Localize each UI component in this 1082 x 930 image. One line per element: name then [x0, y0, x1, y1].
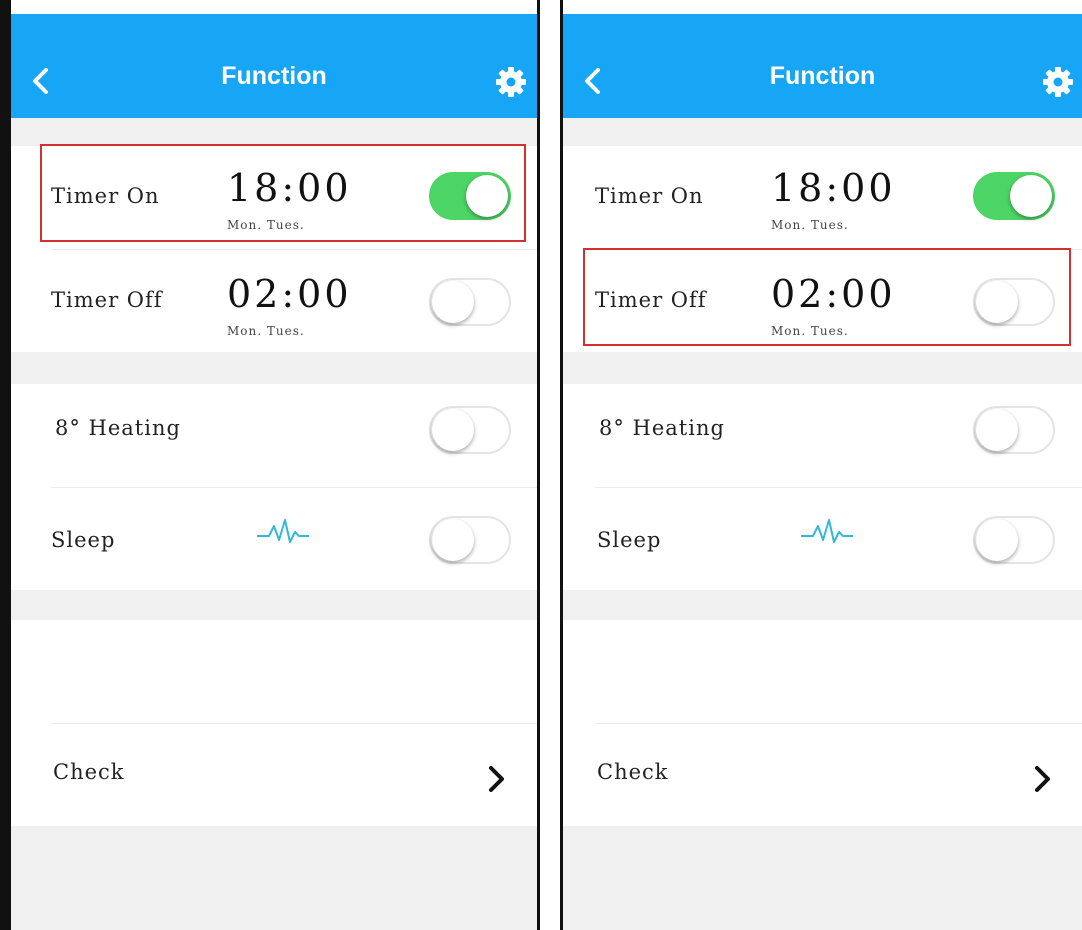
check-row[interactable]: Check: [11, 724, 537, 826]
phone-screen-left: Function Timer On 18:00 Mon. Tues. Timer…: [0, 0, 540, 930]
pulse-icon: [801, 519, 853, 543]
gear-icon[interactable]: [1042, 66, 1074, 98]
app-header: Function: [563, 14, 1082, 118]
chevron-right-icon[interactable]: [1033, 764, 1053, 794]
timer-on-label: Timer On: [51, 184, 160, 208]
check-label: Check: [597, 760, 669, 784]
heating-toggle[interactable]: [973, 406, 1055, 454]
timer-off-row: Timer Off 02:00 Mon. Tues.: [563, 250, 1082, 352]
timer-off-label: Timer Off: [51, 288, 163, 312]
timer-off-time[interactable]: 02:00: [771, 272, 896, 316]
heating-row: 8° Heating: [11, 384, 537, 488]
chevron-right-icon[interactable]: [487, 764, 507, 794]
sleep-label: Sleep: [51, 528, 116, 552]
timer-off-toggle[interactable]: [429, 278, 511, 326]
timer-off-days: Mon. Tues.: [771, 324, 849, 338]
pulse-icon: [257, 519, 309, 543]
sleep-row: Sleep: [563, 488, 1082, 590]
timer-on-toggle[interactable]: [429, 172, 511, 220]
timer-off-toggle[interactable]: [973, 278, 1055, 326]
sleep-toggle[interactable]: [973, 516, 1055, 564]
timer-on-days: Mon. Tues.: [771, 218, 849, 232]
timer-on-row: Timer On 18:00 Mon. Tues.: [563, 146, 1082, 250]
timer-off-label: Timer Off: [595, 288, 707, 312]
page-title: Function: [769, 62, 876, 90]
sleep-row: Sleep: [11, 488, 537, 590]
heating-label: 8° Heating: [599, 416, 725, 440]
empty-row: [563, 620, 1082, 724]
check-label: Check: [53, 760, 125, 784]
timer-off-time[interactable]: 02:00: [227, 272, 352, 316]
page-title: Function: [221, 62, 327, 90]
phone-screen-right: Function Timer On 18:00 Mon. Tues. Timer…: [560, 0, 1082, 930]
heating-label: 8° Heating: [55, 416, 181, 440]
timer-on-time[interactable]: 18:00: [227, 166, 352, 210]
timer-on-time[interactable]: 18:00: [771, 166, 896, 210]
timer-off-row: Timer Off 02:00 Mon. Tues.: [11, 250, 537, 352]
sleep-label: Sleep: [597, 528, 662, 552]
timer-on-days: Mon. Tues.: [227, 218, 305, 232]
gear-icon[interactable]: [495, 66, 527, 98]
app-header: Function: [11, 14, 537, 118]
timer-on-row: Timer On 18:00 Mon. Tues.: [11, 146, 537, 250]
heating-toggle[interactable]: [429, 406, 511, 454]
empty-row: [11, 620, 537, 724]
timer-on-label: Timer On: [595, 184, 704, 208]
check-row[interactable]: Check: [563, 724, 1082, 826]
timer-on-toggle[interactable]: [973, 172, 1055, 220]
sleep-toggle[interactable]: [429, 516, 511, 564]
heating-row: 8° Heating: [563, 384, 1082, 488]
timer-off-days: Mon. Tues.: [227, 324, 305, 338]
